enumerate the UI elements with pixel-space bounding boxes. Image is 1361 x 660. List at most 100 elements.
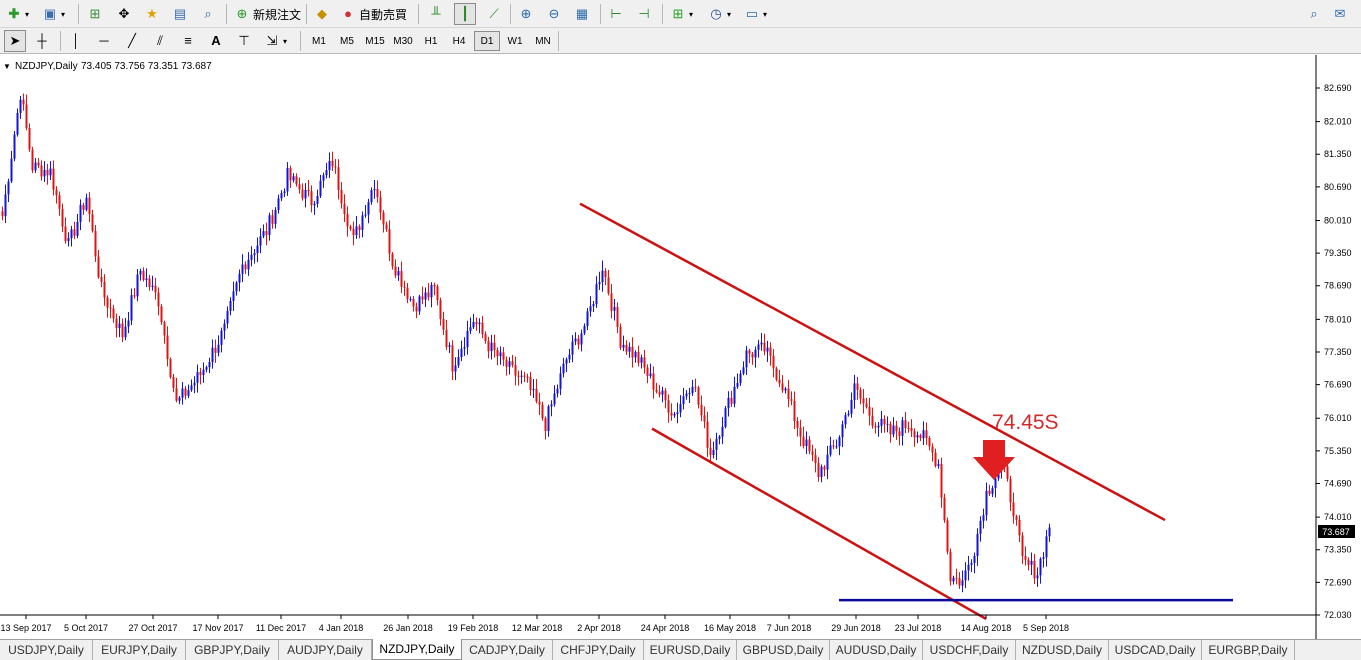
chart-ohlc: 73.405 73.756 73.351 73.687 <box>81 61 212 72</box>
community-button[interactable]: ✉ <box>1330 3 1350 25</box>
candle <box>10 150 13 184</box>
candle-body <box>841 424 844 438</box>
candle <box>526 373 529 383</box>
chart-tab-nzdusd[interactable]: NZDUSD,Daily <box>1016 640 1109 660</box>
text-label-tool[interactable]: ⊤ <box>234 30 254 52</box>
candlestick-button[interactable]: ┃ <box>454 3 476 25</box>
timeframe-h1[interactable]: H1 <box>418 31 444 51</box>
navigator-button[interactable]: ★ <box>142 3 162 25</box>
arrows-tool[interactable]: ⇲ ▾ <box>262 30 289 52</box>
candlestick-icon: ┃ <box>461 6 469 21</box>
timeframe-m15[interactable]: M15 <box>362 31 388 51</box>
candle-body <box>157 292 160 307</box>
candle <box>967 555 970 581</box>
trendline-upper-channel[interactable] <box>579 202 1166 522</box>
trendline-tool[interactable]: ╱ <box>122 30 142 52</box>
templates-button[interactable]: ▭ ▾ <box>742 3 769 25</box>
candle-body <box>829 445 832 455</box>
candle-body <box>538 401 541 405</box>
search-button[interactable]: ⌕ <box>1304 3 1324 25</box>
candle <box>763 333 766 356</box>
fibonacci-tool[interactable]: ≡ <box>178 30 198 52</box>
candle <box>505 356 508 376</box>
chart-tab-usdjpy[interactable]: USDJPY,Daily <box>0 640 93 660</box>
candle <box>538 392 541 415</box>
candle-body <box>925 430 928 439</box>
candle <box>175 377 178 403</box>
timeframe-mn[interactable]: MN <box>530 31 556 51</box>
indicators-button[interactable]: ⊞ ▾ <box>668 3 695 25</box>
strategy-tester-button[interactable]: ⌕ <box>198 3 218 25</box>
chart-tab-audusd[interactable]: AUDUSD,Daily <box>830 640 923 660</box>
chart-shift-button[interactable]: ⊢ <box>606 3 626 25</box>
candle-body <box>241 264 244 274</box>
auto-scroll-icon: ⊣ <box>638 6 650 21</box>
candle-body <box>655 389 658 392</box>
auto-scroll-button[interactable]: ⊣ <box>634 3 654 25</box>
data-window-button[interactable]: ✥ <box>114 3 134 25</box>
zoom-in-button[interactable]: ⊕ <box>516 3 536 25</box>
chart-tab-chfjpy[interactable]: CHFJPY,Daily <box>553 640 644 660</box>
zoom-out-button[interactable]: ⊖ <box>544 3 564 25</box>
candle <box>361 211 364 238</box>
chart-tab-gbpjpy[interactable]: GBPJPY,Daily <box>186 640 279 660</box>
candle <box>205 365 208 373</box>
profiles-icon: ▣ <box>43 6 57 21</box>
candle-body <box>886 423 889 425</box>
crosshair-tool[interactable]: ┼ <box>32 30 52 52</box>
profiles-button[interactable]: ▣ ▾ <box>40 3 67 25</box>
candle <box>331 151 334 171</box>
cursor-tool[interactable]: ➤ <box>4 30 26 52</box>
horizontal-line-tool[interactable]: ─ <box>94 30 114 52</box>
timeframe-d1[interactable]: D1 <box>474 31 500 51</box>
timeframe-m5[interactable]: M5 <box>334 31 360 51</box>
candle-body <box>460 348 463 358</box>
candle <box>769 342 772 366</box>
timeframe-w1[interactable]: W1 <box>502 31 528 51</box>
chart-tab-gbpusd[interactable]: GBPUSD,Daily <box>737 640 830 660</box>
vertical-line-tool[interactable]: │ <box>66 30 86 52</box>
candle-body <box>73 229 76 236</box>
candle-body <box>148 278 151 287</box>
candle <box>286 162 289 196</box>
periods-button[interactable]: ◷ ▾ <box>706 3 733 25</box>
candle <box>529 371 532 396</box>
candle-body <box>40 165 43 177</box>
candle-body <box>355 226 358 236</box>
metaeditor-button[interactable]: ◆ <box>312 3 332 25</box>
auto-trading-button[interactable]: ● 自動売買 <box>338 3 409 25</box>
equidistant-channel-tool[interactable]: ⫽ <box>150 30 170 52</box>
timeframe-m30[interactable]: M30 <box>390 31 416 51</box>
new-order-button[interactable]: ⊕ 新規注文 <box>232 3 303 25</box>
candle-body <box>904 420 907 429</box>
candle-body <box>697 387 700 405</box>
tile-windows-button[interactable]: ▦ <box>572 3 592 25</box>
timeframe-m1[interactable]: M1 <box>306 31 332 51</box>
candle-body <box>469 327 472 331</box>
market-watch-button[interactable]: ⊞ <box>85 3 105 25</box>
chart-tab-eurusd[interactable]: EURUSD,Daily <box>644 640 737 660</box>
chart-tab-eurgbp[interactable]: EURGBP,Daily <box>1202 640 1295 660</box>
candle <box>937 459 940 469</box>
candle <box>679 395 682 418</box>
text-tool[interactable]: A <box>206 30 226 52</box>
line-chart-button[interactable]: ⟋ <box>484 3 504 25</box>
terminal-button[interactable]: ▤ <box>170 3 190 25</box>
candle <box>82 202 85 215</box>
candle <box>1042 552 1045 568</box>
timeframe-h4[interactable]: H4 <box>446 31 472 51</box>
price-chart[interactable]: ▼ NZDJPY,Daily 73.405 73.756 73.351 73.6… <box>0 55 1361 639</box>
chart-tab-eurjpy[interactable]: EURJPY,Daily <box>93 640 186 660</box>
chart-tab-cadjpy[interactable]: CADJPY,Daily <box>462 640 553 660</box>
chart-tab-audjpy[interactable]: AUDJPY,Daily <box>279 640 372 660</box>
chart-tab-usdcad[interactable]: USDCAD,Daily <box>1109 640 1202 660</box>
candle-body <box>349 226 352 229</box>
chart-tab-nzdjpy[interactable]: NZDJPY,Daily <box>372 639 462 660</box>
candle-body <box>937 463 940 467</box>
candle <box>595 276 598 309</box>
new-chart-button[interactable]: ✚ ▾ <box>4 3 31 25</box>
candle-body <box>919 435 922 439</box>
bar-chart-button[interactable]: ╨ <box>426 3 446 25</box>
chart-tab-usdchf[interactable]: USDCHF,Daily <box>923 640 1016 660</box>
candle-body <box>1048 527 1051 537</box>
